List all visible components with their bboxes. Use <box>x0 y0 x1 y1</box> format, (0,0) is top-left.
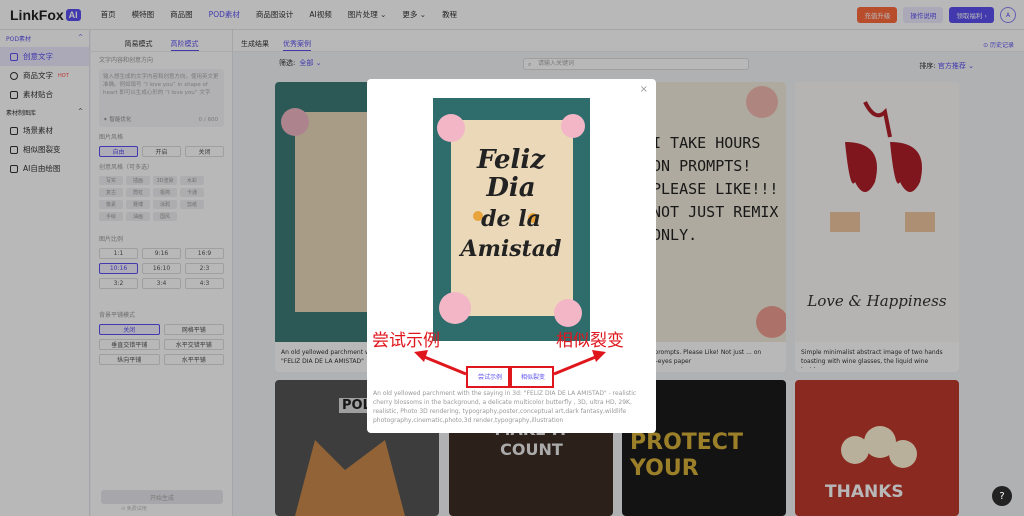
preview-title-line: Dia <box>485 173 535 203</box>
highlight-box-try <box>466 366 510 388</box>
arrow-left-icon <box>414 350 467 376</box>
help-icon[interactable]: ? <box>992 486 1012 506</box>
highlight-box-similar <box>510 366 554 388</box>
preview-image: Feliz Dia de la Amistad <box>433 98 590 341</box>
preview-title-line: Amistad <box>459 236 562 262</box>
preview-title-line: de la <box>481 206 541 232</box>
close-icon[interactable]: × <box>640 84 648 95</box>
preview-title-line: Feliz <box>476 145 546 175</box>
prompt-description: An old yellowed parchment with the sayin… <box>373 390 637 424</box>
arrow-right-icon <box>553 350 606 376</box>
